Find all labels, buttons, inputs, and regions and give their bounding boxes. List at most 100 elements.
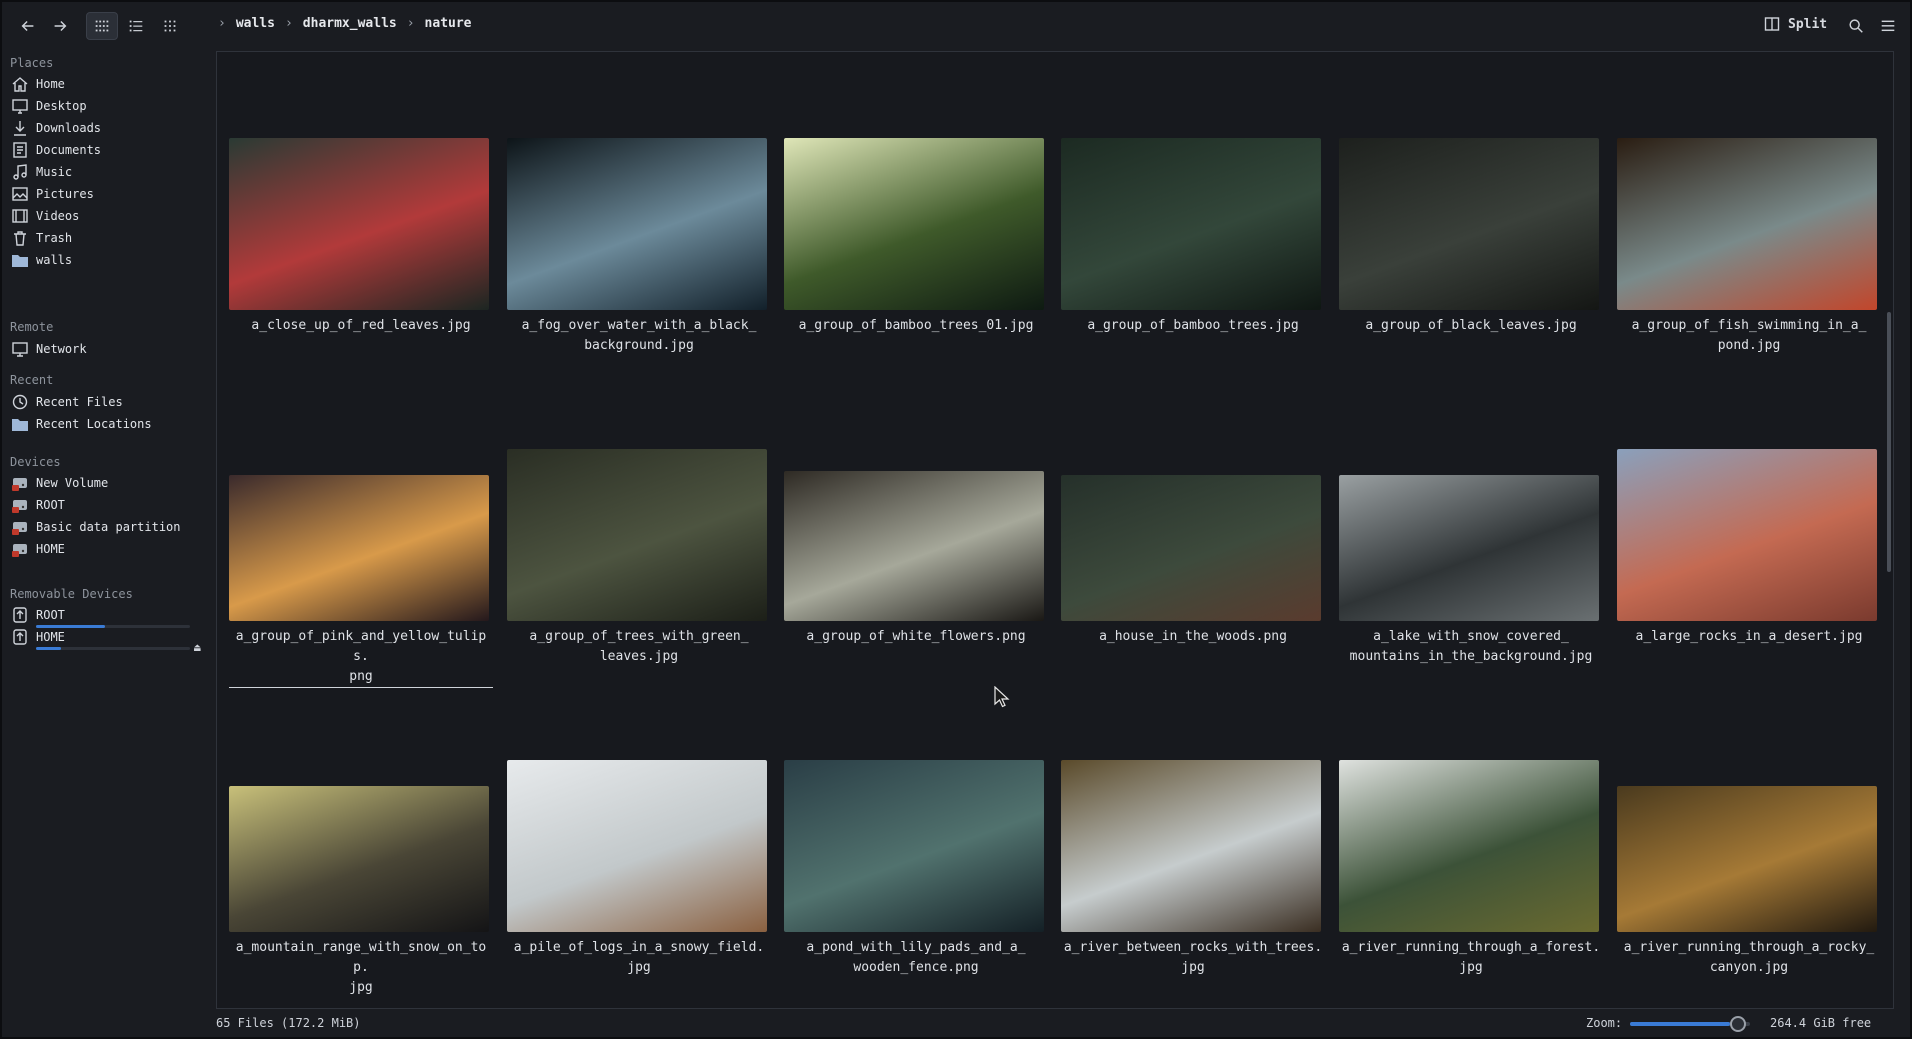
download-icon	[10, 118, 30, 138]
file-name: a_group_of_trees_with_green_ leaves.jpg	[529, 629, 749, 664]
file-name: a_group_of_pink_and_yellow_tulips. png	[229, 627, 493, 688]
image-thumbnail[interactable]	[507, 760, 767, 932]
sidebar-item-walls[interactable]: walls	[10, 248, 208, 272]
chevron-right-icon: ›	[406, 16, 415, 31]
folder-icon	[10, 250, 30, 270]
hamburger-menu-icon	[1881, 20, 1895, 32]
sidebar-item-label: Basic data partition	[36, 520, 181, 534]
file-count: 65 Files (172.2 MiB)	[216, 1016, 361, 1030]
chevron-right-icon: ›	[284, 16, 293, 31]
file-name: a_large_rocks_in_a_desert.jpg	[1635, 629, 1863, 644]
image-thumbnail[interactable]	[784, 471, 1044, 621]
breadcrumb-item[interactable]: walls	[236, 16, 275, 31]
zoom-slider-fill	[1630, 1022, 1730, 1026]
sidebar-item-pictures[interactable]: Pictures	[10, 182, 208, 206]
file-name: a_group_of_bamboo_trees.jpg	[1087, 318, 1299, 333]
image-thumbnail[interactable]	[229, 786, 489, 932]
home-icon	[10, 74, 30, 94]
sidebar-item-label: Documents	[36, 143, 102, 157]
sidebar-item-recent-locations[interactable]: Recent Locations	[10, 412, 208, 436]
breadcrumb: › walls › dharmx_walls › nature	[218, 16, 472, 31]
sidebar-item-label: Recent Locations	[36, 417, 152, 431]
icon-view-button[interactable]	[86, 12, 118, 40]
image-thumbnail[interactable]	[1617, 786, 1877, 932]
image-thumbnail[interactable]	[1617, 449, 1877, 621]
video-icon	[10, 206, 30, 226]
file-name: a_fog_over_water_with_a_black_ backgroun…	[521, 318, 757, 353]
file-name: a_house_in_the_woods.png	[1099, 629, 1287, 644]
sidebar-item-label: Videos	[36, 209, 80, 223]
sidebar-item-home[interactable]: HOME	[10, 625, 208, 649]
image-thumbnail[interactable]	[1061, 475, 1321, 621]
sidebar-item-network[interactable]: Network	[10, 337, 208, 361]
zoom-label: Zoom:	[1586, 1016, 1623, 1030]
forward-button[interactable]	[44, 12, 76, 40]
sidebar-item-root[interactable]: ROOT	[10, 493, 208, 517]
split-label: Split	[1788, 16, 1828, 32]
compact-view-button[interactable]	[154, 12, 186, 40]
file-name: a_group_of_black_leaves.jpg	[1365, 318, 1577, 333]
folder-icon	[10, 414, 30, 434]
image-thumbnail[interactable]	[1617, 138, 1877, 310]
image-thumbnail[interactable]	[1061, 138, 1321, 310]
breadcrumb-item[interactable]: dharmx_walls	[303, 16, 397, 31]
sidebar-item-new-volume[interactable]: New Volume	[10, 471, 208, 495]
section-title-removable-devices: Removable Devices	[10, 587, 133, 601]
file-name: a_river_between_rocks_with_trees. jpg	[1063, 940, 1323, 975]
image-thumbnail[interactable]	[507, 138, 767, 310]
image-thumbnail[interactable]	[1061, 760, 1321, 932]
image-thumbnail[interactable]	[507, 449, 767, 621]
file-grid: a_close_up_of_red_leaves.jpg a_fog_over_w…	[216, 51, 1894, 1009]
usb-drive-icon	[10, 627, 30, 647]
zoom-slider-handle[interactable]	[1730, 1016, 1746, 1032]
sidebar-item-recent-files[interactable]: Recent Files	[10, 390, 208, 414]
sidebar-item-documents[interactable]: Documents	[10, 138, 208, 162]
breadcrumb-item[interactable]: nature	[425, 16, 472, 31]
section-title-devices: Devices	[10, 455, 61, 469]
sidebar-item-label: HOME	[36, 542, 65, 556]
sidebar-item-label: Pictures	[36, 187, 94, 201]
clock-icon	[10, 392, 30, 412]
sidebar-item-label: walls	[36, 253, 73, 267]
search-button[interactable]	[1840, 12, 1872, 40]
sidebar-item-label: Downloads	[36, 121, 102, 135]
back-button[interactable]	[12, 12, 44, 40]
sidebar-item-label: HOME	[36, 630, 65, 644]
drive-icon	[10, 473, 30, 493]
sidebar-item-home[interactable]: HOME	[10, 537, 208, 561]
sidebar-item-trash[interactable]: Trash	[10, 226, 208, 250]
sidebar-item-downloads[interactable]: Downloads	[10, 116, 208, 140]
free-space: 264.4 GiB free	[1770, 1016, 1872, 1030]
drive-icon	[10, 539, 30, 559]
image-thumbnail[interactable]	[1339, 475, 1599, 621]
grid-view-icon	[95, 20, 109, 32]
image-thumbnail[interactable]	[784, 138, 1044, 310]
sidebar: Places Remote Recent Devices Removable D…	[4, 50, 210, 1039]
image-thumbnail[interactable]	[229, 138, 489, 310]
search-icon	[1849, 19, 1863, 33]
image-thumbnail[interactable]	[1339, 138, 1599, 310]
sidebar-item-desktop[interactable]: Desktop	[10, 94, 208, 118]
sidebar-item-basic-data-partition[interactable]: Basic data partition	[10, 515, 208, 539]
file-name: a_river_running_through_a_rocky_ canyon.…	[1623, 940, 1875, 975]
file-name: a_close_up_of_red_leaves.jpg	[251, 318, 471, 333]
sidebar-item-label: Desktop	[36, 99, 87, 113]
sidebar-item-root[interactable]: ROOT	[10, 603, 208, 627]
chevron-right-icon: ›	[218, 16, 226, 31]
image-thumbnail[interactable]	[1339, 760, 1599, 932]
document-icon	[10, 140, 30, 160]
split-button[interactable]: Split	[1764, 16, 1827, 32]
image-thumbnail[interactable]	[784, 760, 1044, 932]
details-view-button[interactable]	[120, 12, 152, 40]
scrollbar[interactable]	[1887, 312, 1891, 572]
sidebar-item-videos[interactable]: Videos	[10, 204, 208, 228]
file-name: a_group_of_fish_swimming_in_a_ pond.jpg	[1631, 318, 1867, 353]
menu-button[interactable]	[1872, 12, 1904, 40]
image-thumbnail[interactable]	[229, 475, 489, 621]
sidebar-item-music[interactable]: Music	[10, 160, 208, 184]
file-name: a_pond_with_lily_pads_and_a_ wooden_fenc…	[806, 940, 1026, 975]
section-title-remote: Remote	[10, 320, 54, 334]
network-icon	[10, 339, 30, 359]
arrow-right-icon	[54, 20, 67, 32]
sidebar-item-home[interactable]: Home	[10, 72, 208, 96]
